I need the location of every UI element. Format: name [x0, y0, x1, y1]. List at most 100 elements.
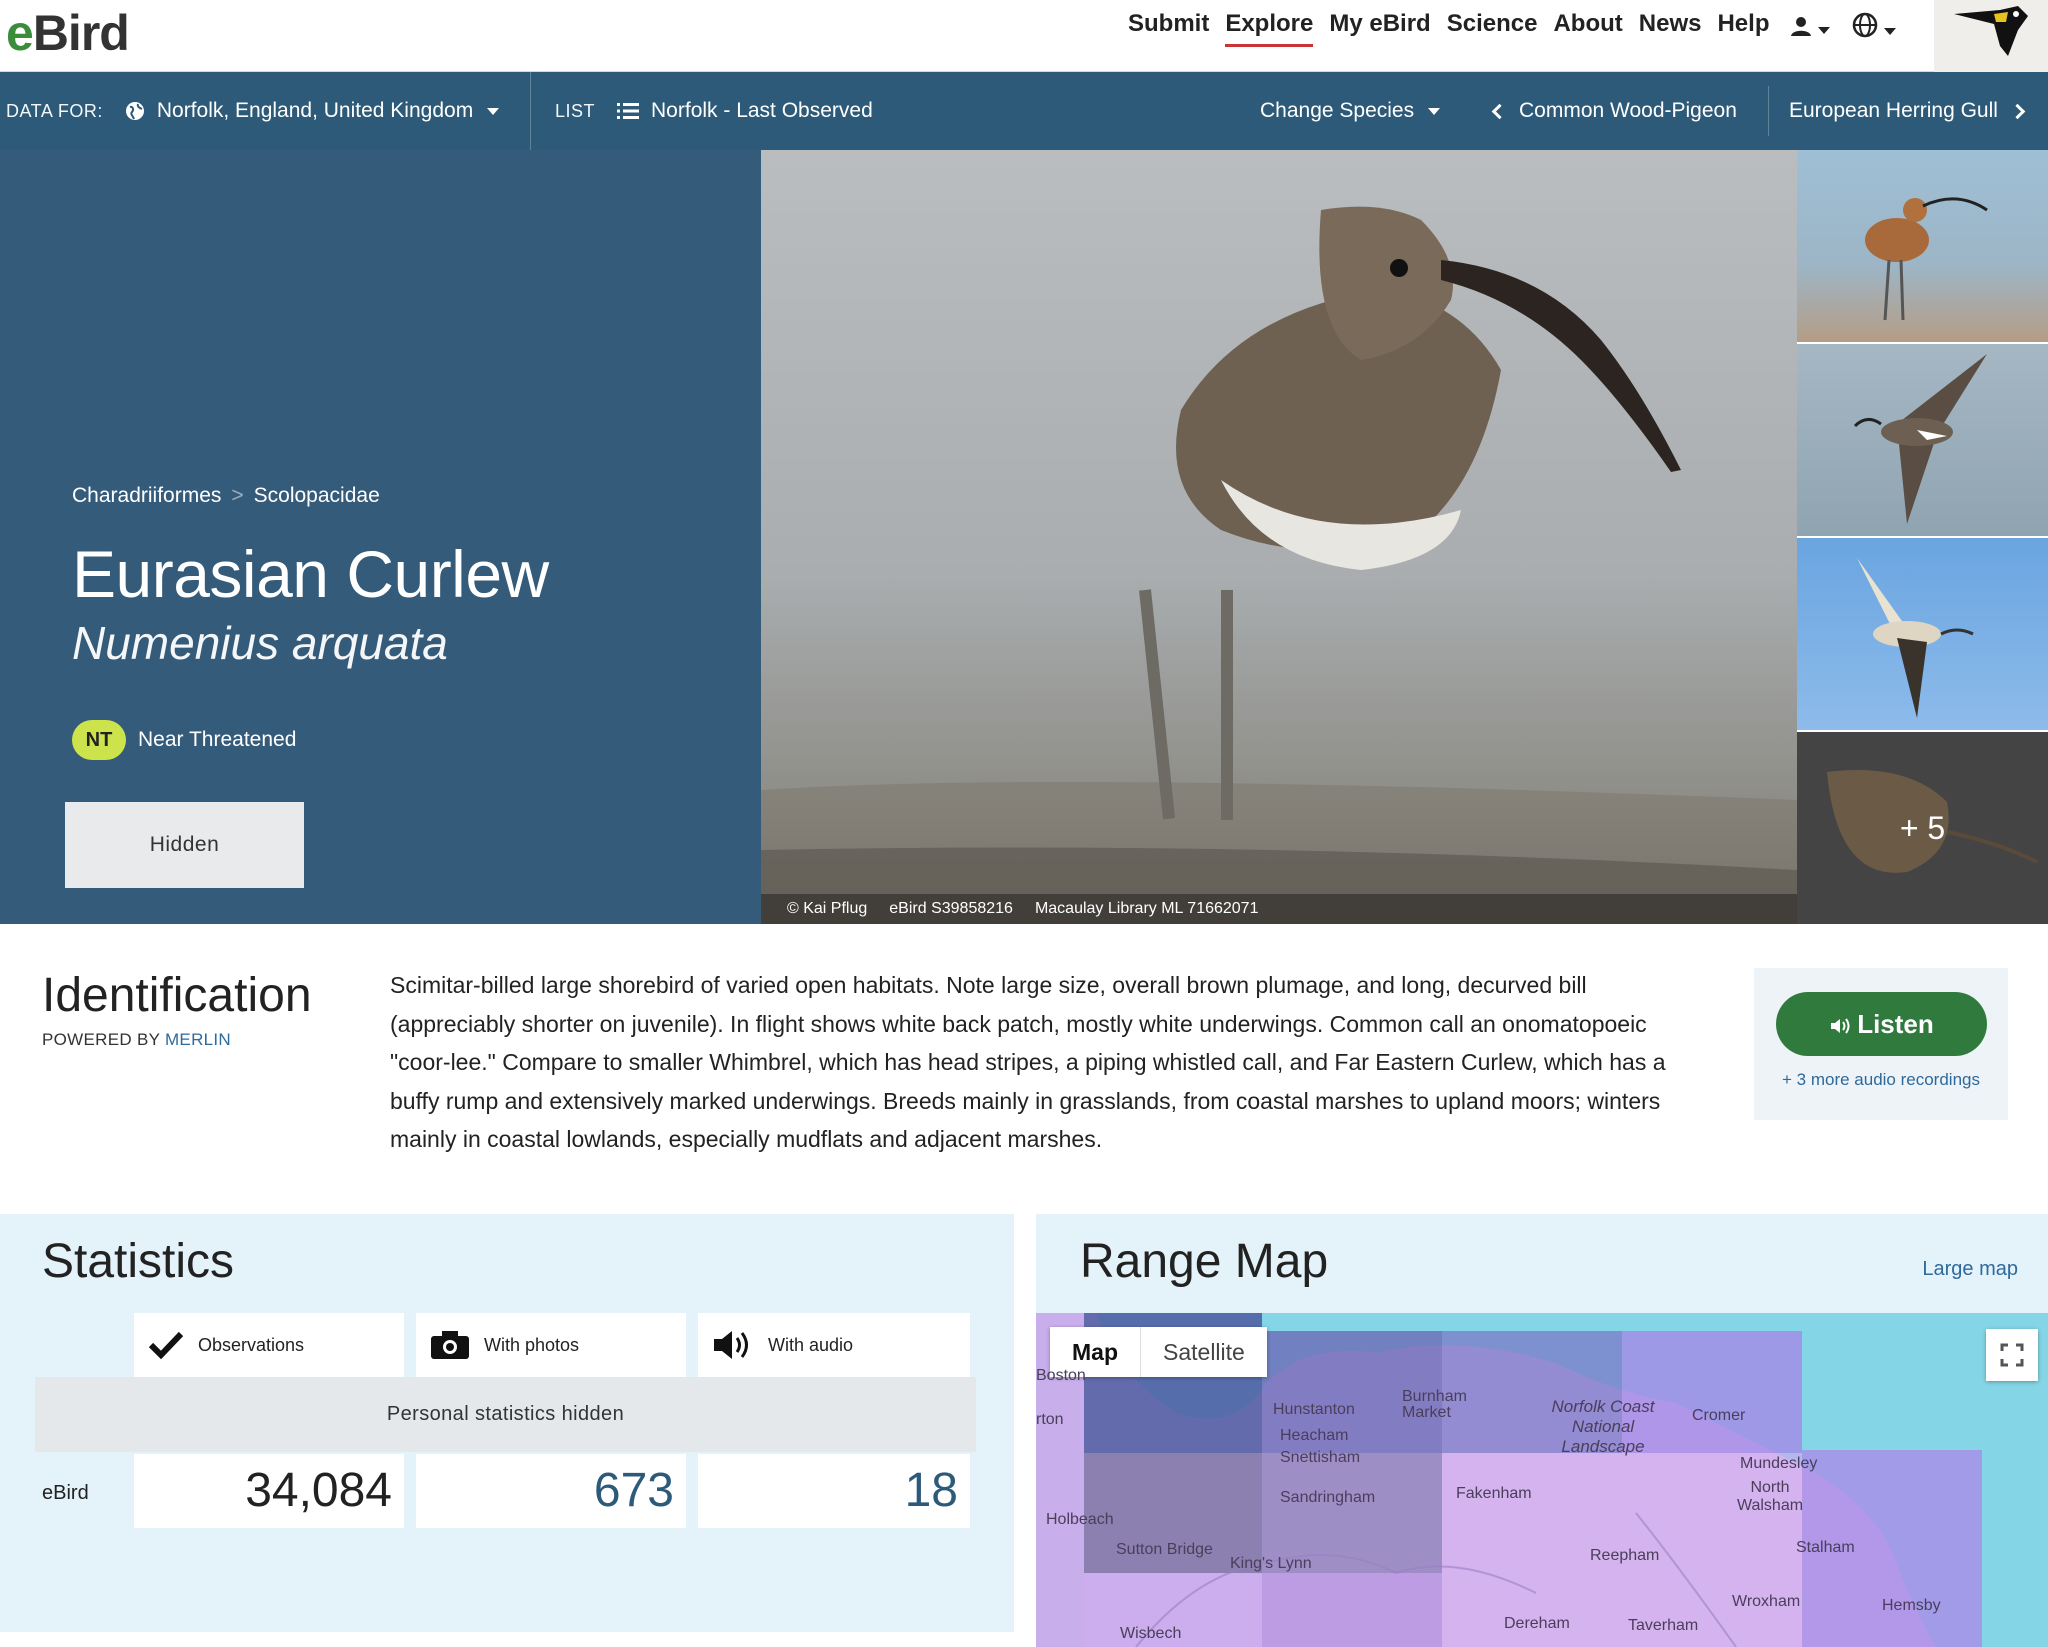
- region-selector[interactable]: DATA FOR: Norfolk, England, United Kingdo…: [6, 72, 500, 150]
- list-selector[interactable]: LIST Norfolk - Last Observed: [555, 72, 873, 150]
- map-label: Sandringham: [1280, 1489, 1376, 1506]
- globe-icon: [1852, 12, 1878, 38]
- divider: [530, 72, 531, 150]
- species-subnav: DATA FOR: Norfolk, England, United Kingdo…: [0, 72, 2048, 150]
- curlew-flying-image: [1853, 354, 1987, 524]
- map-label: Hemsby: [1882, 1597, 1941, 1614]
- hidden-button[interactable]: Hidden: [65, 802, 304, 888]
- header-icons: [1790, 12, 1896, 45]
- thumbnail-1[interactable]: [1797, 150, 2048, 342]
- list-name: Norfolk - Last Observed: [651, 99, 873, 122]
- cornell-bird-logo-icon: [1954, 6, 2028, 56]
- species-hero-panel: Charadriiformes > Scolopacidae Eurasian Cu…: [0, 150, 761, 924]
- region-name: Norfolk, England, United Kingdom: [156, 99, 474, 122]
- photo-thumbnails: + 5: [1797, 150, 2048, 924]
- nav-help[interactable]: Help: [1709, 0, 1777, 72]
- language-menu-button[interactable]: [1852, 12, 1896, 45]
- map-label: Mundesley: [1740, 1455, 1818, 1472]
- species-scientific-name: Numenius arquata: [72, 617, 448, 669]
- nav-about[interactable]: About: [1545, 0, 1630, 72]
- nav-news[interactable]: News: [1631, 0, 1710, 72]
- map-label: Boston: [1036, 1367, 1086, 1384]
- camera-icon: [431, 1331, 469, 1359]
- macaulay-link[interactable]: Macaulay Library ML 71662071: [1035, 900, 1259, 917]
- map-label: King's Lynn: [1230, 1555, 1312, 1572]
- user-icon: [1791, 17, 1811, 36]
- top-header: eBird Submit Explore My eBird Science Ab…: [0, 0, 2048, 72]
- fullscreen-button[interactable]: [1986, 1329, 2038, 1381]
- breadcrumb-separator: >: [231, 484, 244, 507]
- prev-species-link[interactable]: Common Wood-Pigeon: [1491, 72, 1737, 150]
- map-label: Wroxham: [1732, 1593, 1801, 1610]
- next-species-link[interactable]: European Herring Gull: [1789, 72, 2026, 150]
- thumbnail-2[interactable]: [1797, 344, 2048, 536]
- species-common-name: Eurasian Curlew: [72, 537, 549, 611]
- change-species-button[interactable]: Change Species: [1260, 72, 1441, 150]
- map-label: Holbeach: [1046, 1511, 1114, 1528]
- large-map-link[interactable]: Large map: [1922, 1258, 2018, 1281]
- nav-submit[interactable]: Submit: [1120, 0, 1217, 72]
- thumbnail-3[interactable]: [1797, 538, 2048, 730]
- conservation-status[interactable]: NT Near Threatened: [72, 720, 296, 760]
- chevron-down-icon: [1818, 26, 1830, 34]
- statistics-title: Statistics: [42, 1235, 235, 1288]
- list-icon: [617, 103, 640, 120]
- chevron-down-icon: [1428, 107, 1441, 115]
- map-label: Dereham: [1504, 1615, 1570, 1632]
- cornell-lab-logo[interactable]: [1934, 0, 2048, 72]
- map-label: Reepham: [1590, 1547, 1660, 1564]
- map-label: Taverham: [1628, 1617, 1699, 1634]
- photos-count[interactable]: 673: [416, 1454, 686, 1528]
- personal-stats-hidden: Personal statistics hidden: [35, 1377, 976, 1452]
- map-label: Burnham Market: [1402, 1388, 1467, 1421]
- checkmark-icon: [148, 1331, 184, 1360]
- audio-count[interactable]: 18: [698, 1454, 970, 1528]
- map-label: Snettisham: [1280, 1449, 1361, 1466]
- checklist-link[interactable]: eBird S39858216: [889, 900, 1013, 917]
- ebird-row-label: eBird: [42, 1482, 89, 1504]
- identification-text: Scimitar-billed large shorebird of varie…: [390, 972, 1666, 1152]
- user-menu-button[interactable]: [1790, 13, 1830, 44]
- identification-section: Identification POWERED BY MERLIN Scimita…: [0, 924, 2048, 1214]
- nav-my-ebird[interactable]: My eBird: [1321, 0, 1438, 72]
- map-label: Heacham: [1280, 1427, 1349, 1444]
- fullscreen-icon: [2000, 1343, 2024, 1367]
- globe-icon: [125, 102, 144, 121]
- main-species-photo[interactable]: © Kai Pflug eBird S39858216 Macaulay Libra…: [761, 150, 1797, 924]
- more-audio-link[interactable]: + 3 more audio recordings: [1754, 1070, 2008, 1090]
- nav-explore[interactable]: Explore: [1217, 0, 1321, 72]
- chevron-down-icon: [1884, 27, 1896, 35]
- map-label: Wisbech: [1120, 1625, 1182, 1642]
- range-map-section: Range Map Large map Map Satellite Hunsta…: [1036, 1214, 2048, 1647]
- main-nav: Submit Explore My eBird Science About Ne…: [1120, 0, 1777, 72]
- audio-panel: Listen + 3 more audio recordings: [1754, 968, 2008, 1120]
- listen-button[interactable]: Listen: [1776, 992, 1987, 1056]
- breadcrumb-order[interactable]: Charadriiformes: [72, 484, 221, 507]
- speaker-icon: [1831, 1018, 1850, 1034]
- thumbnail-more[interactable]: + 5: [1797, 732, 2048, 924]
- curlew-standing-image: [1865, 197, 1988, 321]
- curlew-photo: [761, 206, 1797, 924]
- range-map-title: Range Map: [1080, 1235, 1329, 1288]
- nav-science[interactable]: Science: [1439, 0, 1546, 72]
- satellite-view-button[interactable]: Satellite: [1141, 1327, 1267, 1377]
- with-audio-header: With audio: [698, 1313, 970, 1377]
- powered-by: POWERED BY MERLIN: [42, 1030, 232, 1049]
- map-label: Cromer: [1692, 1407, 1746, 1424]
- observations-header: Observations: [134, 1313, 404, 1377]
- more-photos-count: + 5: [1899, 810, 1946, 846]
- breadcrumb-family[interactable]: Scolopacidae: [254, 484, 380, 507]
- ebird-logo[interactable]: eBird: [6, 4, 130, 62]
- photographer[interactable]: © Kai Pflug: [787, 900, 867, 917]
- range-map[interactable]: Map Satellite Hunstanton Burnham Market …: [1036, 1313, 2048, 1647]
- observations-count[interactable]: 34,084: [134, 1454, 404, 1528]
- statistics-section: Statistics Observations With photos With…: [0, 1214, 1014, 1632]
- map-label: rton: [1036, 1411, 1064, 1428]
- map-label: Sutton Bridge: [1116, 1541, 1213, 1558]
- map-label: Stalham: [1796, 1539, 1855, 1556]
- merlin-link[interactable]: MERLIN: [165, 1030, 231, 1049]
- map-label: Fakenham: [1456, 1485, 1532, 1502]
- curlew-in-flight-image: [1857, 558, 1974, 718]
- speaker-icon: [714, 1331, 748, 1359]
- chevron-down-icon: [487, 107, 500, 115]
